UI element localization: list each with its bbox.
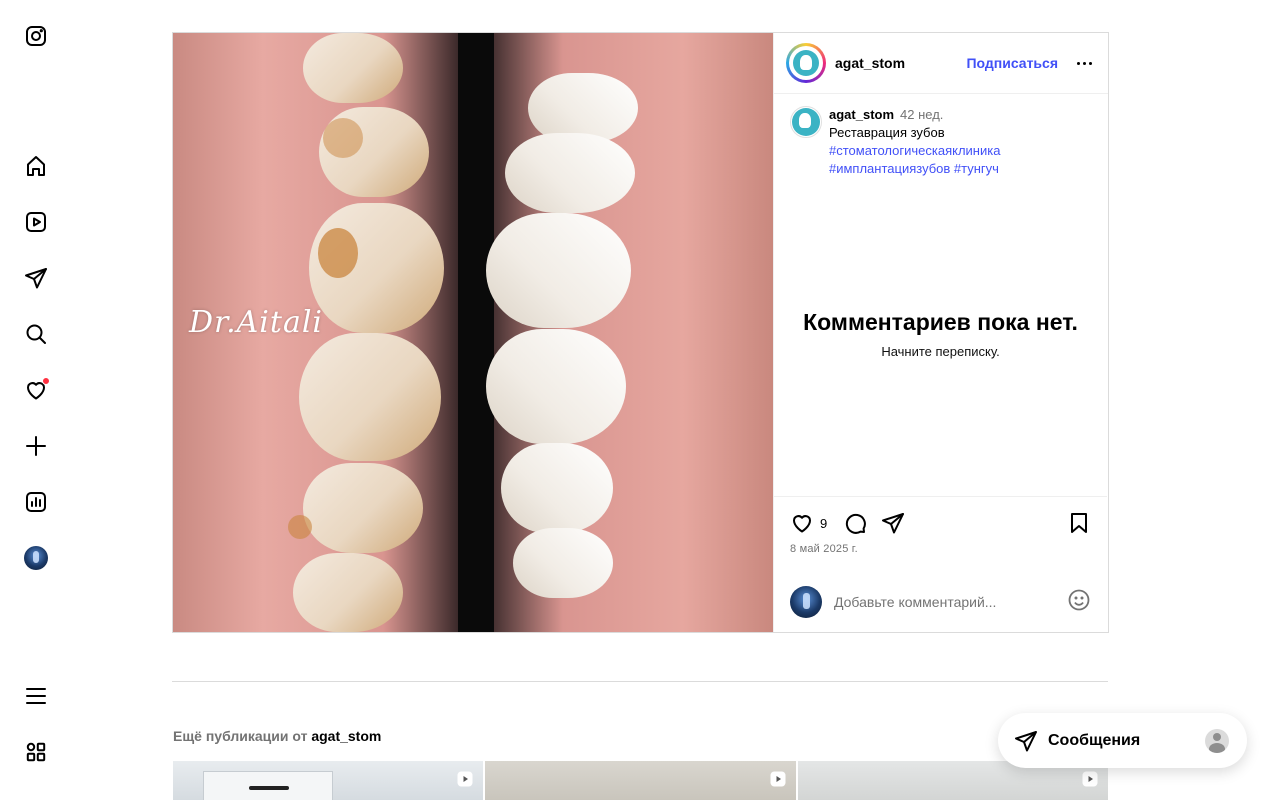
caption-body: agat_stom 42 нед. Реставрация зубов #стом… xyxy=(829,106,1000,178)
section-divider xyxy=(172,681,1108,682)
direct-icon xyxy=(1015,730,1037,751)
tooth-logo-icon xyxy=(793,50,819,76)
caption-time[interactable]: 42 нед. xyxy=(900,107,943,122)
stain xyxy=(323,118,363,158)
stain xyxy=(318,228,358,278)
send-icon xyxy=(882,513,905,534)
emoji-icon[interactable] xyxy=(1067,588,1091,617)
author-avatar[interactable] xyxy=(786,43,826,83)
reel-icon xyxy=(769,770,787,788)
reel-icon xyxy=(1081,770,1099,788)
tooth-logo-icon xyxy=(792,108,820,136)
bookmark-icon xyxy=(1071,513,1087,533)
search-icon[interactable] xyxy=(22,320,50,348)
post-header: agat_stom Подписаться xyxy=(774,33,1108,94)
comment-icon xyxy=(846,513,867,534)
post-caption: agat_stom 42 нед. Реставрация зубов #стом… xyxy=(774,94,1108,178)
tooth xyxy=(303,33,403,103)
profile-avatar[interactable] xyxy=(22,544,50,572)
more-posts-grid xyxy=(173,761,1108,800)
reel-icon xyxy=(456,770,474,788)
avatar xyxy=(24,546,48,570)
action-bar: 9 xyxy=(774,497,1107,535)
tooth xyxy=(486,329,626,444)
save-button[interactable] xyxy=(1067,511,1091,535)
likes-count[interactable]: 9 xyxy=(820,516,827,531)
heart-icon xyxy=(793,515,811,533)
hashtag-link[interactable]: #стоматологическаяклиника xyxy=(829,143,1000,158)
image-center-gap xyxy=(458,33,494,632)
tooth xyxy=(293,553,403,632)
image-watermark: Dr.Aitali xyxy=(189,305,324,340)
messages-label: Сообщения xyxy=(1048,731,1141,749)
home-icon[interactable] xyxy=(22,152,50,180)
dashboard-icon[interactable] xyxy=(22,488,50,516)
left-nav xyxy=(0,0,72,800)
also-from-meta-icon[interactable] xyxy=(22,738,50,766)
author-avatar-inner xyxy=(789,46,823,80)
comment-input[interactable] xyxy=(834,594,1067,610)
post-date[interactable]: 8 май 2025 г. xyxy=(774,535,1107,555)
tooth xyxy=(501,443,613,533)
follow-button[interactable]: Подписаться xyxy=(966,55,1058,71)
add-comment-bar xyxy=(774,572,1107,632)
like-button[interactable] xyxy=(790,511,814,535)
share-button[interactable] xyxy=(881,511,905,535)
tooth xyxy=(513,528,613,598)
post-actions: 9 8 май 2025 г. xyxy=(774,496,1107,632)
avatar xyxy=(790,586,822,618)
messages-button[interactable]: Сообщения xyxy=(998,713,1247,768)
caption-text: Реставрация зубов xyxy=(829,125,945,140)
more-posts-username[interactable]: agat_stom xyxy=(311,728,381,744)
notification-dot xyxy=(42,377,50,385)
post-thumbnail[interactable] xyxy=(173,761,484,800)
hashtag-link[interactable]: #имплантациязубов xyxy=(829,161,950,176)
create-plus-icon[interactable] xyxy=(22,432,50,460)
no-comments-subtitle: Начните переписку. xyxy=(881,344,1000,359)
tooth xyxy=(299,333,441,461)
post-image[interactable]: Dr.Aitali xyxy=(173,33,773,632)
notifications-heart-icon[interactable] xyxy=(22,376,50,404)
user-placeholder-icon xyxy=(1205,728,1229,753)
post-side-panel: agat_stom Подписаться agat_stom 42 нед. Р… xyxy=(773,33,1108,632)
instagram-logo-icon[interactable] xyxy=(22,22,50,50)
author-username[interactable]: agat_stom xyxy=(835,55,905,71)
hashtag-link[interactable]: #тунгуч xyxy=(954,161,999,176)
thumbnail-content xyxy=(203,771,333,800)
stain xyxy=(288,515,312,539)
no-comments-title: Комментариев пока нет. xyxy=(803,309,1078,335)
more-posts-heading: Ещё публикации от agat_stom xyxy=(173,728,381,744)
caption-username[interactable]: agat_stom xyxy=(829,107,894,122)
more-posts-prefix: Ещё публикации от xyxy=(173,728,308,744)
no-comments-state: Комментариев пока нет. Начните переписку… xyxy=(774,309,1107,359)
post-card: Dr.Aitali agat_stom Подписаться agat_sto… xyxy=(172,32,1109,633)
direct-icon[interactable] xyxy=(22,264,50,292)
reels-icon[interactable] xyxy=(22,208,50,236)
tooth xyxy=(303,463,423,553)
tooth xyxy=(486,213,631,328)
menu-icon[interactable] xyxy=(22,682,50,710)
comment-button[interactable] xyxy=(843,511,867,535)
tooth xyxy=(505,133,635,213)
caption-avatar[interactable] xyxy=(790,106,822,138)
post-thumbnail[interactable] xyxy=(485,761,796,800)
more-options-icon[interactable] xyxy=(1072,51,1096,75)
